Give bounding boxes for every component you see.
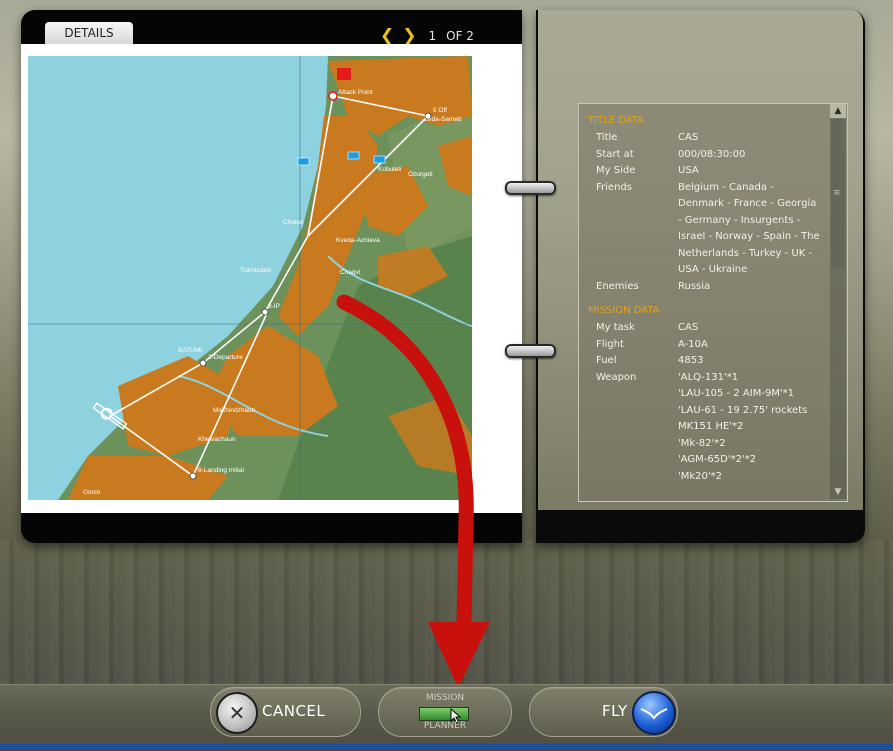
mission-planner-button[interactable]: MISSION PLANNER: [378, 687, 512, 737]
data-row-key: Friends: [596, 181, 632, 193]
map-label: 3-IP: [268, 303, 280, 310]
data-row: My Side USA: [579, 163, 831, 180]
map-label: 5 Off: [433, 107, 447, 114]
data-row: Enemies Russia: [579, 279, 831, 296]
data-value-line: - Germany - Insurgents -: [678, 214, 801, 226]
data-row: Weapon 'ALQ-131'*1 'LAU-105 - 2 AIM-9M'*1 '…: [579, 370, 831, 486]
data-row: Flight A-10A: [579, 337, 831, 354]
page-navigator: ❮ ❯ 1 OF 2: [380, 27, 474, 45]
data-value-line: 'AGM-65D'*2'*2: [678, 454, 757, 465]
map-label: Chaqvi: [340, 269, 360, 276]
data-value-line: USA: [678, 165, 699, 176]
fly-button[interactable]: FLY: [529, 687, 678, 737]
data-value-line: Denmark - France - Georgia: [678, 198, 817, 209]
data-row-key: Start at: [596, 148, 634, 160]
page-current: 1: [428, 29, 437, 43]
map-label: 6-Landing Initial: [198, 467, 244, 474]
map-label: BATUMI: [178, 347, 202, 354]
data-value-line: Belgium - Canada -: [678, 181, 774, 193]
binder-ring: [505, 181, 556, 195]
data-value-line: 000/08:30:00: [678, 148, 746, 160]
map-svg: Attack Point 5 Off Zeda-Sameb Kveda-Achi…: [28, 56, 472, 500]
data-value-line: Netherlands - Turkey - UK -: [678, 247, 813, 259]
data-row-key: My Side: [596, 165, 636, 176]
title-data-header: TITLE DATA: [588, 115, 644, 126]
scroll-down-arrow-icon[interactable]: ▼: [830, 485, 846, 499]
data-row-value: Russia: [678, 279, 831, 296]
data-row-value: 4853: [678, 353, 831, 370]
data-row-key: Enemies: [596, 280, 639, 292]
data-value-line: USA - Ukraine: [678, 264, 748, 275]
data-row-value: 'ALQ-131'*1 'LAU-105 - 2 AIM-9M'*1 'LAU-61…: [678, 370, 831, 486]
binder-ring: [505, 344, 556, 358]
page-total: OF 2: [446, 29, 474, 43]
data-value-line: CAS: [678, 322, 699, 333]
mission-map[interactable]: Attack Point 5 Off Zeda-Sameb Kveda-Achi…: [28, 56, 472, 500]
map-label: Chakvi: [283, 219, 303, 226]
data-row-key: Flight: [596, 338, 624, 350]
briefing-data-panel[interactable]: TITLE DATA Title CAS Start at 000/08:30:00 M…: [578, 103, 848, 502]
data-value-line: 'LAU-105 - 2 AIM-9M'*1: [678, 388, 795, 399]
map-label: Ozurgeti: [408, 171, 433, 178]
map-label: 2-Departure: [208, 354, 243, 361]
data-value-line: 'LAU-61 - 19 2.75' rockets: [678, 404, 808, 416]
mission-data-header: MISSION DATA: [588, 305, 660, 316]
title-data-rows: Title CAS Start at 000/08:30:00 My Side USA Fr…: [579, 130, 831, 295]
data-value-line: MK151 HE'*2: [678, 421, 744, 432]
map-label: Tsikhisdziri: [240, 267, 271, 274]
scroll-up-arrow-icon[interactable]: ▲: [830, 104, 846, 118]
cancel-x-icon: ✕: [216, 692, 258, 734]
data-row-value: 000/08:30:00: [678, 147, 831, 164]
data-value-line: A-10A: [678, 338, 708, 350]
data-row: My task CAS: [579, 320, 831, 337]
background-texture: [0, 540, 893, 690]
fly-wings-icon: [632, 691, 676, 735]
data-row: Friends Belgium - Canada - Denmark - Franc…: [579, 180, 831, 279]
data-panel-scrollbar[interactable]: ▲ ≡ ▼: [830, 104, 846, 499]
cancel-button[interactable]: ✕ CANCEL: [210, 687, 361, 737]
taskbar-strip: [0, 744, 893, 750]
mission-label: MISSION: [425, 693, 465, 703]
data-value-line: 'Mk20'*2: [678, 470, 723, 482]
cancel-label: CANCEL: [262, 702, 326, 720]
data-row-key: Title: [596, 132, 618, 143]
data-row-value: A-10A: [678, 337, 831, 354]
scroll-grip-icon: ≡: [833, 188, 841, 198]
data-row-key: Weapon: [596, 371, 637, 383]
map-label: Zeda-Sameb: [424, 116, 462, 123]
data-row-value: Belgium - Canada - Denmark - France - Geo…: [678, 180, 831, 279]
data-row-value: CAS: [678, 320, 831, 337]
data-row-key: Fuel: [596, 355, 617, 366]
next-page-arrow-icon[interactable]: ❯: [402, 27, 416, 45]
data-row-key: My task: [596, 322, 635, 333]
mission-data-rows: My task CAS Flight A-10A Fuel 4853 Weapon 'ALQ-…: [579, 320, 831, 485]
data-value-line: 'ALQ-131'*1: [678, 371, 739, 383]
map-label: Kveda-Achieva: [336, 237, 380, 244]
map-label: Makhindzhauri: [213, 407, 255, 414]
data-row: Start at 000/08:30:00: [579, 147, 831, 164]
fly-label: FLY: [602, 702, 628, 720]
map-label: Khelvachauri: [198, 436, 236, 443]
map-label: Attack Point: [338, 89, 373, 96]
details-tab[interactable]: DETAILS: [45, 22, 133, 44]
data-row: Title CAS: [579, 130, 831, 147]
map-paper: Attack Point 5 Off Zeda-Sameb Kveda-Achi…: [21, 44, 522, 513]
planner-label: PLANNER: [423, 721, 467, 731]
briefing-data-content: TITLE DATA Title CAS Start at 000/08:30:00 M…: [579, 104, 831, 485]
map-label: Gonio: [83, 489, 101, 496]
data-row: Fuel 4853: [579, 353, 831, 370]
data-value-line: Israel - Norway - Spain - The: [678, 231, 820, 242]
prev-page-arrow-icon[interactable]: ❮: [380, 27, 394, 45]
data-value-line: Russia: [678, 280, 711, 292]
data-row-value: CAS: [678, 130, 831, 147]
map-label: Kobuleti: [378, 166, 402, 173]
data-value-line: CAS: [678, 132, 699, 143]
briefing-left-page: DETAILS ❮ ❯ 1 OF 2 Attack Point 5 Off Ze…: [21, 10, 522, 543]
data-row-value: USA: [678, 163, 831, 180]
data-value-line: 'Mk-82'*2: [678, 437, 726, 449]
data-value-line: 4853: [678, 355, 704, 366]
